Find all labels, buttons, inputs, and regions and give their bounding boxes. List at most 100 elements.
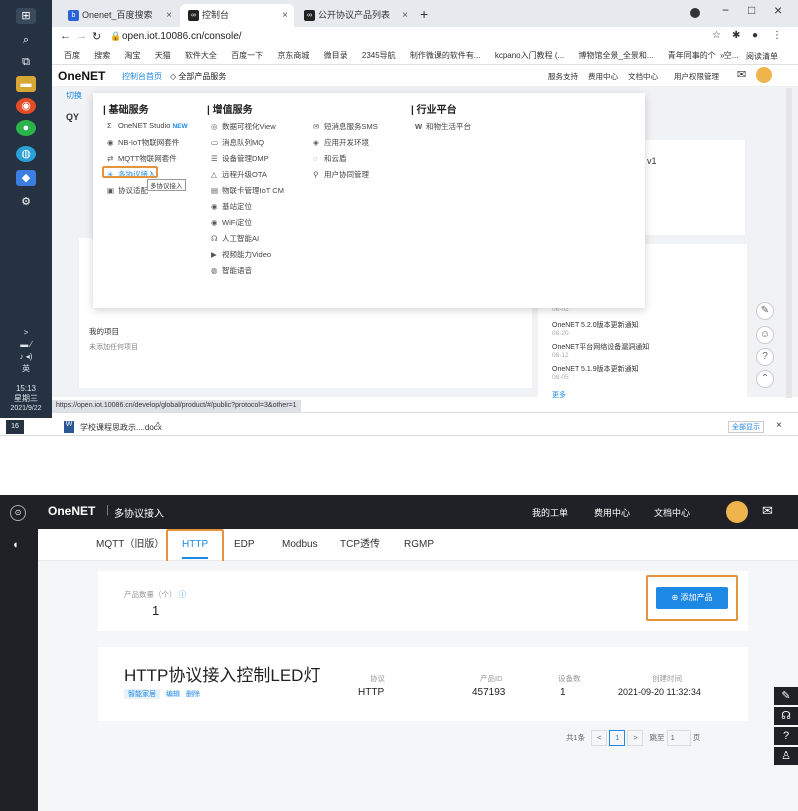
menu-icon[interactable]: ⋮ [772,30,782,41]
forward-icon[interactable]: → [76,30,87,42]
back-icon[interactable]: ← [60,30,71,42]
info-icon[interactable]: ⓘ [179,590,187,599]
next-page-button[interactable]: > [627,730,644,746]
bookmark-item[interactable]: 百度一下 [231,47,263,64]
tab-modbus[interactable]: Modbus [282,529,318,561]
bookmark-item[interactable]: 2345导航 [362,47,396,64]
task-view-icon[interactable]: ⧉ [16,54,36,70]
menu-item-dev-env[interactable]: ◈ 应用开发环境 [313,137,369,148]
tab-tcp[interactable]: TCP透传 [340,529,380,561]
menu-item-dmp[interactable]: ☰ 设备管理DMP [211,153,269,164]
bookmark-item[interactable]: 博物馆全景_全景和... [578,47,653,64]
search-icon[interactable]: ⌕ [16,32,36,48]
bookmark-item[interactable]: 微目录 [324,47,348,64]
contact-icon[interactable]: ♙ [774,747,798,765]
nav-docs[interactable]: 文档中心 [628,71,658,82]
switch-link-partial[interactable]: 切换 [66,90,82,101]
notification-badge[interactable]: 16 [6,420,24,434]
bookmark-item[interactable]: 淘宝 [124,47,140,64]
help-icon[interactable]: ? [774,727,798,745]
close-downloads-icon[interactable]: × [776,420,782,431]
news-title[interactable]: OneNET 5.1.9版本更新通知 [552,364,639,374]
menu-item-nb-iot[interactable]: ◉ NB-IoT物联网套件 [107,137,179,148]
menu-item-view[interactable]: ◎ 数据可视化View [211,121,276,132]
menu-item-protocol-adapter[interactable]: ▣ 协议适配 [107,185,148,196]
wechat-icon[interactable]: ● [16,120,36,136]
bookmark-item[interactable]: 搜索 [94,47,110,64]
menu-item-ota[interactable]: △ 远程升级OTA [211,169,267,180]
bookmark-item[interactable]: 软件大全 [185,47,217,64]
download-file-name[interactable]: 学校课程思政示....docx [80,422,162,433]
support-icon[interactable]: ☊ [774,707,798,725]
menu-item-mq[interactable]: ▭ 消息队列MQ [211,137,264,148]
close-icon[interactable]: × [282,4,288,27]
close-icon[interactable]: × [166,4,172,27]
prev-page-button[interactable]: < [591,730,608,746]
edit-link[interactable]: 编辑 [166,689,180,699]
menu-item-voice[interactable]: ◍ 智能语音 [211,265,252,276]
nav-billing[interactable]: 费用中心 [594,506,630,519]
window-close-button[interactable]: × [774,2,782,18]
all-services-menu[interactable]: ◇ 全部产品服务 [170,71,226,82]
start-icon[interactable]: ⊞ [16,8,36,24]
jump-page-input[interactable]: 1 [666,730,691,746]
app-icon[interactable]: ◆ [16,170,36,186]
profile-dot-icon[interactable] [690,8,700,18]
mail-icon[interactable]: ✉ [762,503,773,519]
menu-item-sms[interactable]: ✉ 短消息服务SMS [313,121,378,132]
nav-tickets[interactable]: 我的工单 [532,506,568,519]
help-icon[interactable]: ? [756,348,774,366]
back-to-top-icon[interactable]: ⌃ [756,370,774,388]
console-home-link[interactable]: 控制台首页 [122,71,162,82]
tab-edp[interactable]: EDP [234,529,255,561]
menu-item-iot-cm[interactable]: ▤ 物联卡管理IoT CM [211,185,284,196]
download-chevron-icon[interactable]: ^ [156,421,160,430]
new-tab-button[interactable]: + [420,4,428,24]
maximize-button[interactable]: □ [748,3,755,17]
nav-docs[interactable]: 文档中心 [654,506,690,519]
account-icon[interactable]: ● [752,30,758,41]
nav-billing[interactable]: 费用中心 [588,71,618,82]
chrome-icon[interactable]: ◍ [16,146,36,162]
network-icon[interactable]: ▬ ⁄ [0,340,52,350]
mail-icon[interactable]: ✉ [737,68,746,81]
delete-link[interactable]: 删除 [186,689,200,699]
volume-icon[interactable]: ♪ ◂) [0,352,52,362]
onenet-logo[interactable]: OneNET [48,504,95,518]
tab-protocol-list[interactable]: ∞ 公开协议产品列表 × [296,4,414,27]
tab-rgmp[interactable]: RGMP [404,529,434,561]
show-all-downloads[interactable]: 全部显示 [728,421,764,433]
menu-item-cloud-shield[interactable]: ◌ 和云盾 [313,153,347,164]
news-title[interactable]: OneNET平台网络设备漏洞通知 [552,342,649,352]
url-field[interactable]: open.iot.10086.cn/console/ [122,31,242,42]
bookmark-item[interactable]: 天猫 [155,47,171,64]
menu-item-life-platform[interactable]: W 和物生活平台 [415,121,471,132]
news-title[interactable]: OneNET 5.2.0版本更新通知 [552,320,639,330]
bookmark-item[interactable]: 青年同事的个人空... [668,47,739,64]
scrollbar[interactable] [786,88,792,398]
tray-chevron-icon[interactable]: > [0,328,52,338]
feedback-icon[interactable]: ✎ [756,302,774,320]
tab-console[interactable]: ∞ 控制台 × [180,4,294,27]
menu-item-ai[interactable]: ☊ 人工智能AI [211,233,259,244]
tab-mqtt-legacy[interactable]: MQTT（旧版） [96,529,164,561]
settings-gear-icon[interactable]: ⚙ [16,194,36,210]
extensions-icon[interactable]: ✱ [732,30,740,41]
avatar[interactable] [756,67,772,83]
product-card[interactable]: HTTP协议接入控制LED灯 智能家居 编辑 删除 协议 HTTP 产品ID 4… [98,647,748,721]
bookmark-item[interactable]: 制作微课的软件有... [410,47,481,64]
bookmark-item[interactable]: 百度 [64,47,80,64]
news-more-link[interactable]: 更多 [552,390,566,400]
nav-user-permissions[interactable]: 用户权限管理 [674,71,719,82]
menu-item-mqtt[interactable]: ⇄ MQTT物联网套件 [107,153,177,164]
tab-baidu[interactable]: b Onenet_百度搜索 × [60,4,178,27]
product-icon[interactable]: ◖ [12,539,19,551]
menu-item-video[interactable]: ▶ 视频能力Video [211,249,271,260]
avatar[interactable] [726,501,748,523]
home-icon[interactable]: ⊙ [10,505,26,521]
onenet-logo[interactable]: OneNET [58,69,105,83]
nav-support[interactable]: 服务支持 [548,71,578,82]
bookmark-item[interactable]: kcpano入门教程 (... [495,47,564,64]
menu-item-base-station[interactable]: ◉ 基站定位 [211,201,252,212]
browser-app-icon[interactable]: ◉ [16,98,36,114]
